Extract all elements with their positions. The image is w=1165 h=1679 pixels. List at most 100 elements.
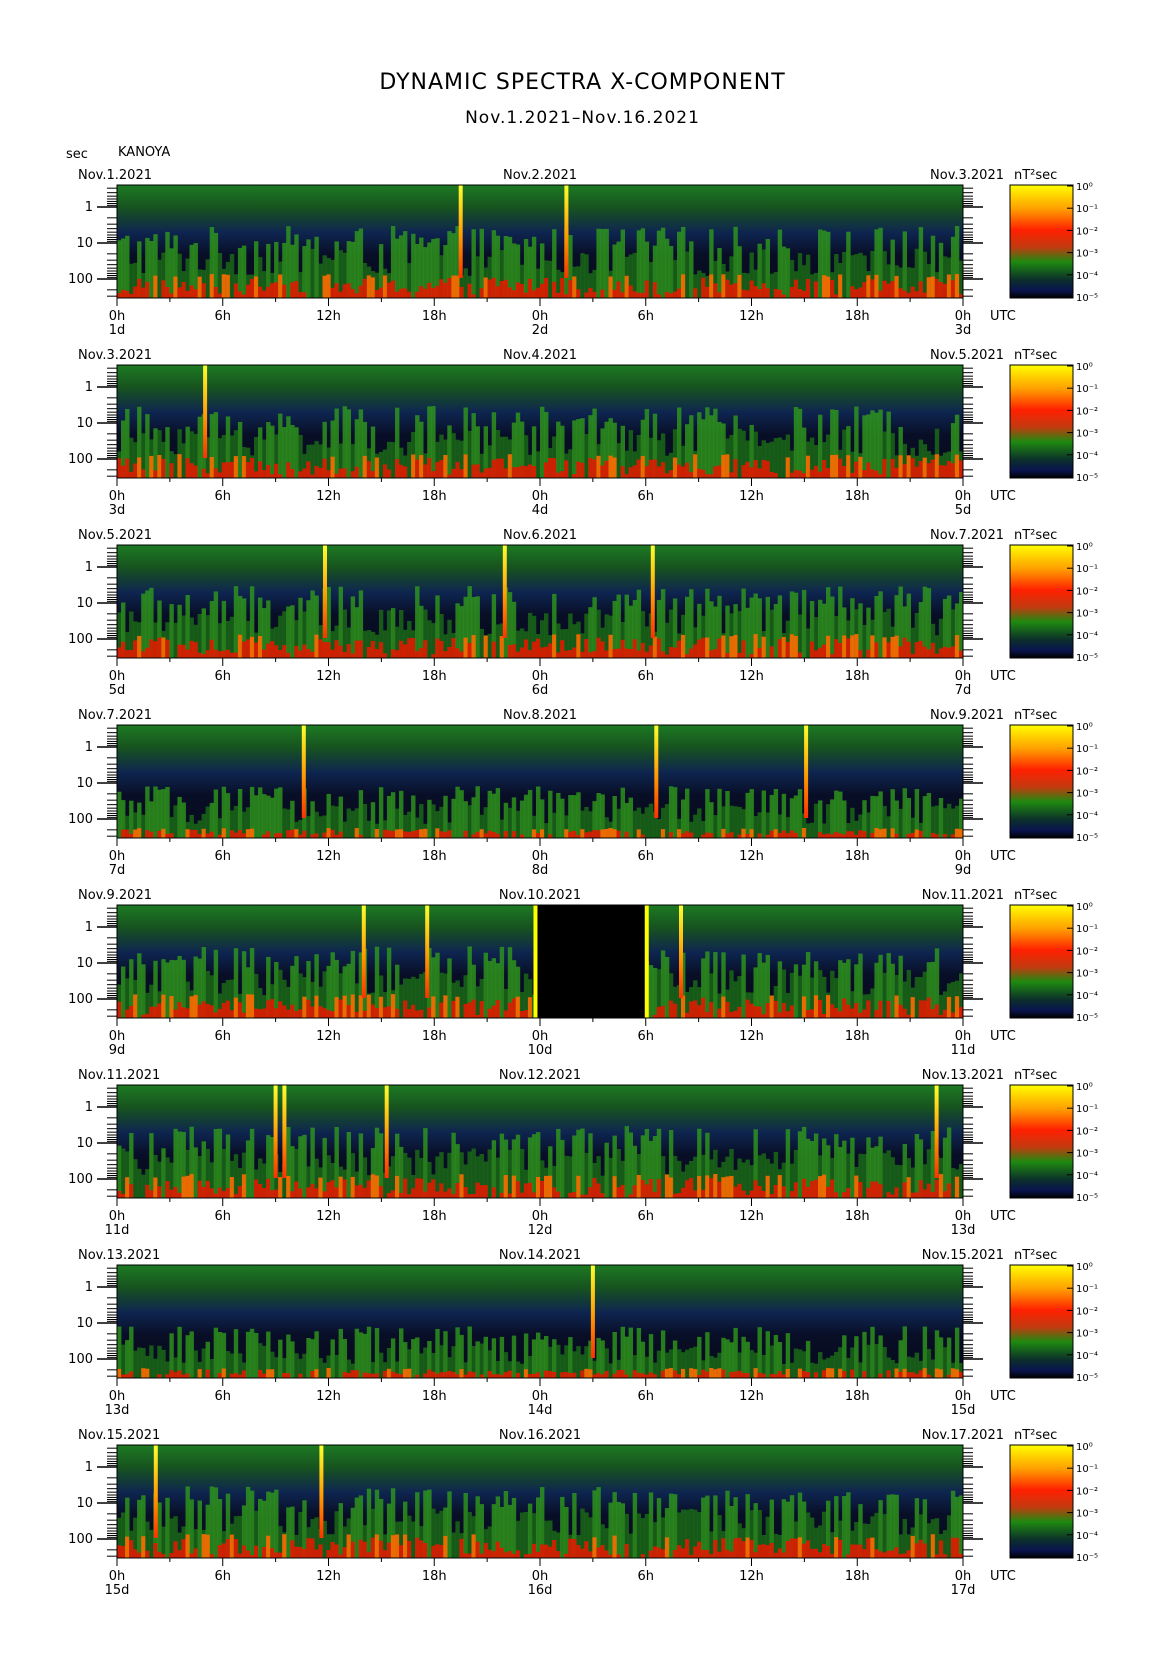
activity-bar xyxy=(270,1492,275,1558)
activity-bar xyxy=(491,1338,497,1378)
activity-red xyxy=(628,285,633,298)
activity-red xyxy=(536,287,541,298)
activity-bar xyxy=(620,1503,625,1558)
activity-bar xyxy=(942,1347,948,1378)
activity-red xyxy=(890,636,895,658)
event-spike xyxy=(564,185,569,278)
activity-red xyxy=(902,464,907,478)
activity-red xyxy=(910,1372,915,1378)
activity-bar xyxy=(785,248,791,298)
activity-red xyxy=(399,829,404,838)
colorbar-label: 10⁻³ xyxy=(1076,969,1098,980)
activity-red xyxy=(536,1372,541,1378)
activity-red xyxy=(733,1371,738,1378)
y-tick-label: 10 xyxy=(76,956,93,971)
day-label-mid: 10d xyxy=(528,1043,553,1058)
activity-red xyxy=(689,472,694,478)
activity-red xyxy=(930,832,936,838)
x-axis-unit: UTC xyxy=(990,849,1016,864)
activity-red xyxy=(471,1534,476,1558)
colorbar-label: 10⁰ xyxy=(1076,1442,1093,1453)
activity-red xyxy=(165,287,170,298)
activity-red xyxy=(648,1372,654,1378)
activity-red xyxy=(636,650,642,658)
x-tick-label: 12h xyxy=(739,849,764,864)
activity-red xyxy=(386,830,392,838)
activity-red xyxy=(813,281,819,298)
activity-red xyxy=(266,1535,271,1558)
activity-red xyxy=(189,996,194,1018)
activity-red xyxy=(717,465,722,478)
activity-red xyxy=(527,997,533,1018)
activity-red xyxy=(233,456,239,478)
activity-red xyxy=(878,1000,883,1018)
activity-red xyxy=(689,1178,694,1198)
activity-red xyxy=(813,1179,819,1198)
activity-red xyxy=(314,1188,319,1198)
activity-red xyxy=(209,639,215,658)
activity-red xyxy=(330,1542,335,1558)
x-tick-label: 0h xyxy=(532,309,549,324)
activity-bar xyxy=(540,1339,545,1378)
activity-red xyxy=(241,294,247,298)
activity-bar xyxy=(342,821,347,838)
activity-red xyxy=(809,641,815,658)
activity-red xyxy=(954,1537,960,1558)
activity-red xyxy=(499,281,505,298)
activity-red xyxy=(531,829,537,838)
x-tick-label: 0h xyxy=(532,489,549,504)
activity-bar xyxy=(157,789,162,838)
activity-bar xyxy=(495,788,501,838)
activity-red xyxy=(705,832,710,838)
activity-red xyxy=(826,1186,831,1198)
activity-red xyxy=(491,1551,497,1558)
activity-bar xyxy=(830,799,835,838)
panel-start-date: Nov.11.2021 xyxy=(78,1068,160,1083)
activity-red xyxy=(612,457,617,478)
activity-bar xyxy=(624,1126,629,1198)
activity-red xyxy=(902,1182,907,1198)
activity-red xyxy=(447,1188,452,1198)
activity-bar xyxy=(237,1515,243,1558)
activity-bar xyxy=(213,1327,219,1378)
activity-bar xyxy=(926,588,932,658)
activity-red xyxy=(608,828,613,838)
activity-red xyxy=(789,287,795,298)
activity-red xyxy=(749,1540,754,1558)
activity-red xyxy=(612,829,617,838)
activity-bar xyxy=(850,1137,855,1198)
activity-red xyxy=(773,1000,779,1018)
activity-bar xyxy=(773,438,779,478)
activity-red xyxy=(596,1547,601,1558)
event-spike xyxy=(804,725,809,818)
activity-red xyxy=(527,1182,533,1198)
activity-red xyxy=(390,1535,396,1558)
activity-bar xyxy=(467,1511,472,1558)
activity-red xyxy=(777,289,783,298)
activity-bar xyxy=(499,819,505,838)
activity-bar xyxy=(624,450,629,478)
activity-red xyxy=(677,1545,682,1558)
activity-red xyxy=(830,1553,835,1558)
activity-bar xyxy=(443,1331,448,1378)
activity-red xyxy=(697,639,702,658)
activity-red xyxy=(354,640,360,658)
activity-red xyxy=(479,472,484,478)
activity-bar xyxy=(769,1163,774,1198)
activity-red xyxy=(660,1370,666,1378)
activity-red xyxy=(209,1553,215,1558)
activity-red xyxy=(451,1000,456,1018)
activity-red xyxy=(797,1368,803,1378)
activity-bar xyxy=(286,1507,291,1558)
activity-red xyxy=(604,1370,609,1378)
activity-red xyxy=(197,652,202,658)
activity-red xyxy=(560,278,565,298)
activity-red xyxy=(439,1183,444,1198)
activity-red xyxy=(624,831,629,838)
activity-red xyxy=(133,463,138,478)
activity-bar xyxy=(672,1155,678,1198)
activity-bar xyxy=(793,795,799,838)
activity-red xyxy=(443,831,448,838)
activity-red xyxy=(475,831,480,838)
activity-bar xyxy=(660,1156,666,1198)
